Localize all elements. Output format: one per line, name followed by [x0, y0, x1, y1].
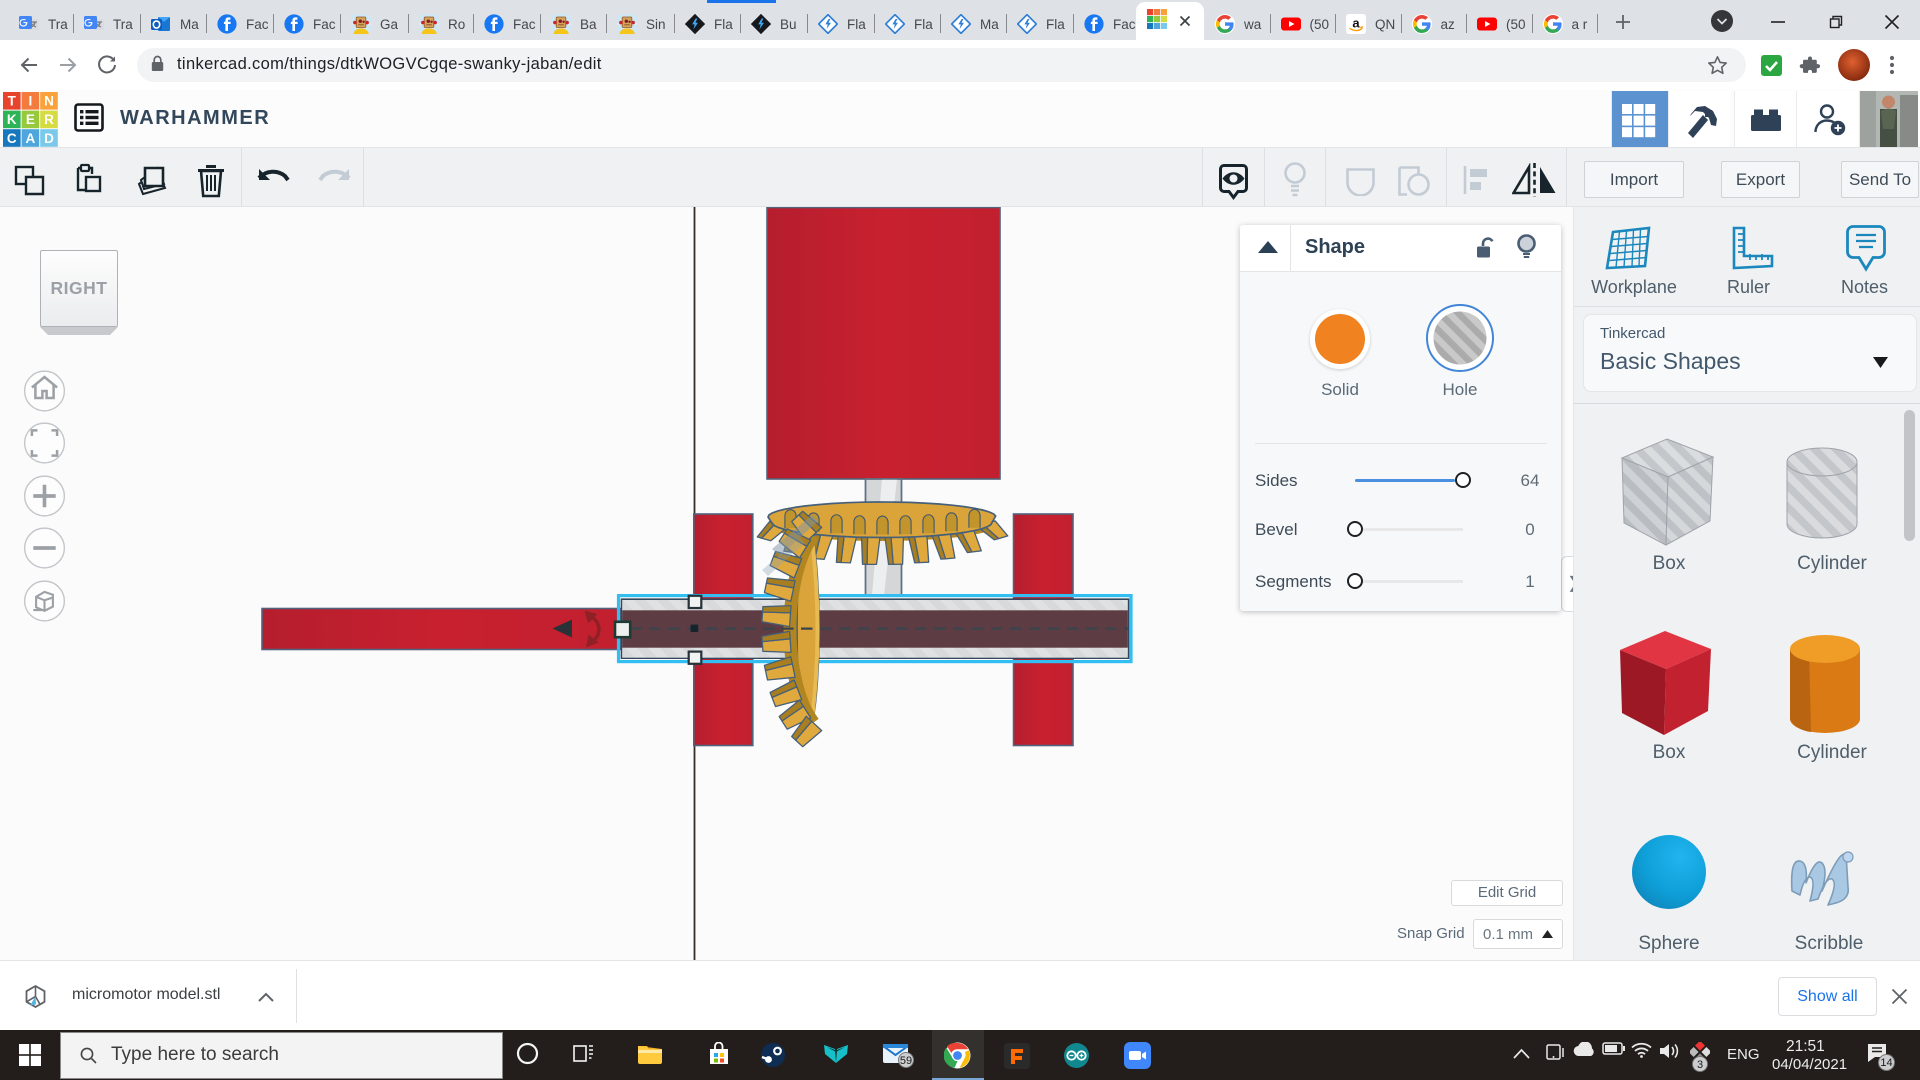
- svg-text:D: D: [44, 131, 54, 146]
- svg-text:T: T: [8, 94, 17, 109]
- svg-text:A: A: [26, 131, 36, 146]
- svg-text:a: a: [1352, 16, 1360, 31]
- svg-text:N: N: [44, 94, 54, 109]
- svg-text:E: E: [26, 112, 35, 127]
- svg-text:R: R: [44, 112, 54, 127]
- svg-text:K: K: [7, 112, 17, 127]
- svg-text:C: C: [7, 131, 17, 146]
- svg-text:I: I: [29, 94, 33, 109]
